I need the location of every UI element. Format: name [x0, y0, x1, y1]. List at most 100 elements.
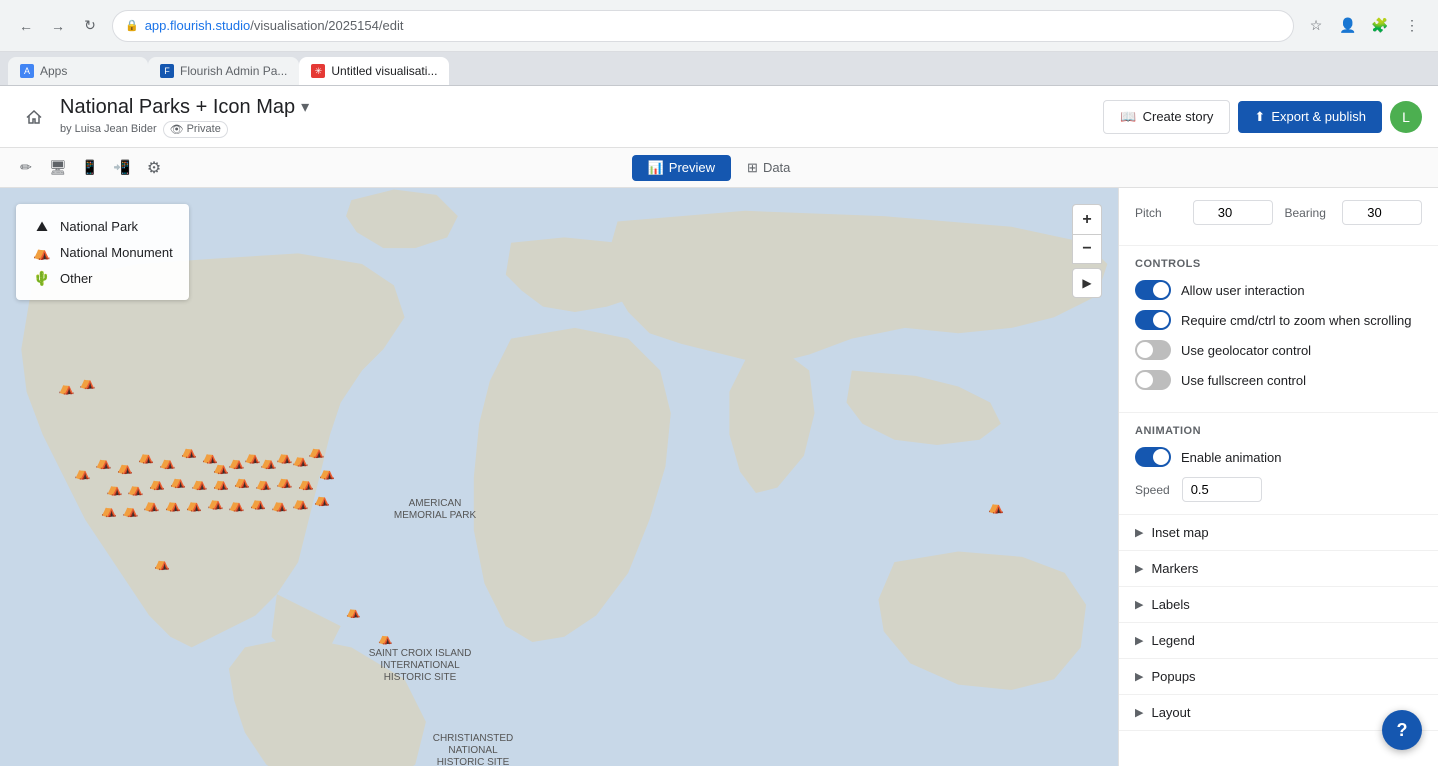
- svg-text:⛺: ⛺: [192, 476, 208, 491]
- legend-section[interactable]: ▶ Legend: [1119, 623, 1438, 659]
- enable-animation-row: Enable animation: [1135, 447, 1422, 467]
- create-story-button[interactable]: 📖 Create story: [1103, 100, 1230, 134]
- legend-item-national-park: ⛰ National Park: [32, 216, 173, 236]
- desktop-view-button[interactable]: 🖥: [44, 154, 72, 182]
- svg-text:⛺: ⛺: [256, 476, 272, 491]
- svg-text:⛺: ⛺: [59, 380, 75, 395]
- popups-chevron: ▶: [1135, 670, 1143, 683]
- mobile-view-button[interactable]: 📲: [108, 154, 136, 182]
- markers-section[interactable]: ▶ Markers: [1119, 551, 1438, 587]
- home-button[interactable]: [16, 99, 52, 135]
- svg-text:⛺: ⛺: [106, 481, 122, 496]
- pitch-bearing-row: Pitch Bearing: [1135, 200, 1422, 225]
- legend-chevron: ▶: [1135, 634, 1143, 647]
- svg-text:⛺: ⛺: [229, 497, 245, 512]
- svg-text:⛺: ⛺: [101, 502, 117, 517]
- fullscreen-row: Use fullscreen control: [1135, 370, 1422, 390]
- inset-map-chevron: ▶: [1135, 526, 1143, 539]
- svg-text:⛺: ⛺: [96, 454, 112, 469]
- svg-text:⛺: ⛺: [75, 465, 91, 480]
- forward-button[interactable]: →: [44, 12, 72, 40]
- map-legend: ⛰ National Park ⛺ National Monument 🌵 Ot…: [16, 204, 189, 300]
- svg-text:⛺: ⛺: [229, 454, 245, 469]
- fullscreen-toggle[interactable]: [1135, 370, 1171, 390]
- preview-icon: 📊: [648, 160, 664, 176]
- more-button[interactable]: ⋮: [1398, 12, 1426, 40]
- svg-text:⛺: ⛺: [250, 495, 266, 510]
- popups-section[interactable]: ▶ Popups: [1119, 659, 1438, 695]
- zoom-out-button[interactable]: −: [1072, 234, 1102, 264]
- zoom-in-button[interactable]: +: [1072, 204, 1102, 234]
- pencil-tool-button[interactable]: ✏: [12, 154, 40, 182]
- eye-icon: 👁: [170, 123, 184, 136]
- svg-text:⛺: ⛺: [138, 449, 154, 464]
- data-tab-button[interactable]: ⊞ Data: [731, 155, 806, 181]
- require-cmdctrl-toggle[interactable]: [1135, 310, 1171, 330]
- legend-label-monument: National Monument: [60, 245, 173, 260]
- allow-interaction-toggle[interactable]: [1135, 280, 1171, 300]
- settings-button[interactable]: ⚙: [140, 154, 168, 182]
- bearing-label: Bearing: [1285, 206, 1331, 220]
- svg-text:⛺: ⛺: [293, 452, 309, 467]
- bearing-input[interactable]: [1342, 200, 1422, 225]
- browser-chrome: ← → ↻ 🔒 app.flourish.studio/visualisatio…: [0, 0, 1438, 52]
- svg-text:⛺: ⛺: [293, 495, 309, 510]
- svg-text:⛺: ⛺: [245, 449, 261, 464]
- address-bar[interactable]: 🔒 app.flourish.studio/visualisation/2025…: [112, 10, 1294, 42]
- svg-text:⛺: ⛺: [988, 499, 1004, 514]
- svg-text:⛺: ⛺: [272, 497, 288, 512]
- right-panel: Pitch Bearing CONTROLS Allow user intera…: [1118, 188, 1438, 766]
- app-content: National Parks + Icon Map ▾ by Luisa Jea…: [0, 86, 1438, 766]
- map-controls: + − ▶: [1072, 204, 1102, 298]
- refresh-button[interactable]: ↻: [76, 12, 104, 40]
- pan-button[interactable]: ▶: [1072, 268, 1102, 298]
- require-cmdctrl-row: Require cmd/ctrl to zoom when scrolling: [1135, 310, 1422, 330]
- controls-section: CONTROLS Allow user interaction Require …: [1119, 246, 1438, 413]
- enable-animation-toggle[interactable]: [1135, 447, 1171, 467]
- popups-label: Popups: [1151, 669, 1422, 684]
- title-section: National Parks + Icon Map ▾ by Luisa Jea…: [52, 96, 1103, 138]
- tablet-view-button[interactable]: 📱: [76, 154, 104, 182]
- svg-text:⛺: ⛺: [309, 444, 325, 459]
- map-area[interactable]: ⛺ ⛺ ⛺ ⛺ ⛺ ⛺ ⛺ ⛺ ⛺ ⛺ ⛺ ⛺ ⛺ ⛺ ⛺ ⛺ ⛺ ⛺ ⛺ ⛺: [0, 188, 1118, 766]
- pitch-bearing-section: Pitch Bearing: [1119, 188, 1438, 246]
- preview-tab-button[interactable]: 📊 Preview: [632, 155, 731, 181]
- labels-section[interactable]: ▶ Labels: [1119, 587, 1438, 623]
- inset-map-section[interactable]: ▶ Inset map: [1119, 515, 1438, 551]
- nav-buttons[interactable]: ← → ↻: [12, 12, 104, 40]
- create-story-icon: 📖: [1120, 109, 1136, 125]
- legend-icon-monument: ⛺: [32, 242, 52, 262]
- browser-action-buttons[interactable]: ☆ 👤 🧩 ⋮: [1302, 12, 1426, 40]
- create-story-label: Create story: [1143, 109, 1214, 124]
- user-avatar[interactable]: L: [1390, 101, 1422, 133]
- svg-text:⛺: ⛺: [277, 449, 293, 464]
- help-button[interactable]: ?: [1382, 710, 1422, 750]
- export-publish-button[interactable]: ⬆ Export & publish: [1238, 101, 1382, 133]
- app-actions: 📖 Create story ⬆ Export & publish L: [1103, 100, 1422, 134]
- bookmark-button[interactable]: ☆: [1302, 12, 1330, 40]
- back-button[interactable]: ←: [12, 12, 40, 40]
- tab-label-flourish: Flourish Admin Pa...: [180, 64, 287, 78]
- tab-bar: A Apps F Flourish Admin Pa... ✳ Untitled…: [0, 52, 1438, 86]
- title-dropdown-icon[interactable]: ▾: [301, 97, 309, 117]
- tab-apps[interactable]: A Apps: [8, 57, 148, 85]
- app-title: National Parks + Icon Map ▾: [60, 96, 1103, 119]
- svg-text:⛺: ⛺: [208, 495, 224, 510]
- speed-input[interactable]: [1182, 477, 1262, 502]
- toolbar-center: 📊 Preview ⊞ Data: [632, 155, 807, 181]
- legend-label: Legend: [1151, 633, 1422, 648]
- markers-label: Markers: [1151, 561, 1422, 576]
- user-initial: L: [1402, 109, 1410, 125]
- svg-text:⛺: ⛺: [314, 492, 330, 507]
- profile-button[interactable]: 👤: [1334, 12, 1362, 40]
- legend-item-monument: ⛺ National Monument: [32, 242, 173, 262]
- svg-text:⛺: ⛺: [298, 476, 314, 491]
- pitch-input[interactable]: [1193, 200, 1273, 225]
- extension-button[interactable]: 🧩: [1366, 12, 1394, 40]
- tab-untitled[interactable]: ✳ Untitled visualisati...: [299, 57, 449, 85]
- geolocator-toggle[interactable]: [1135, 340, 1171, 360]
- tab-flourish[interactable]: F Flourish Admin Pa...: [148, 57, 299, 85]
- animation-title: ANIMATION: [1135, 425, 1422, 437]
- toolbar-left: ✏ 🖥 📱 📲 ⚙: [12, 154, 628, 182]
- lock-icon: 🔒: [125, 19, 139, 32]
